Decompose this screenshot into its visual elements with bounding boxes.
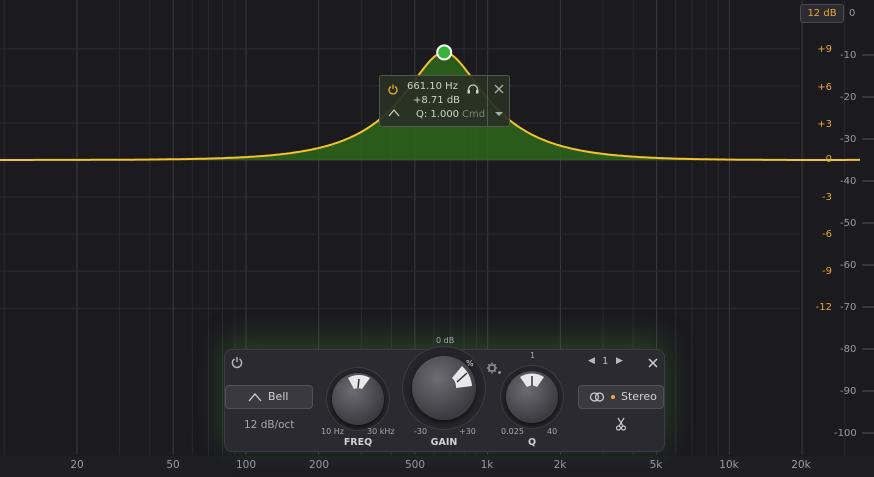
stereo-placement-button[interactable]: Stereo: [578, 385, 664, 409]
band-popup-side: [487, 76, 510, 126]
chevron-down-icon[interactable]: [494, 111, 504, 117]
headphones-icon[interactable]: [467, 84, 479, 94]
band-power-icon[interactable]: [388, 84, 398, 95]
q-top-label: 1: [530, 351, 536, 360]
freq-label: 2k: [553, 459, 567, 471]
freq-label: 100: [235, 459, 257, 471]
bell-shape-icon[interactable]: [388, 109, 400, 117]
stereo-indicator-dot: [611, 395, 615, 399]
freq-label: 10k: [719, 459, 739, 471]
band-number: 1: [602, 356, 609, 367]
frequency-axis-strip: [0, 456, 874, 477]
filter-shape-button[interactable]: Bell: [225, 385, 313, 409]
analyzer-label: -90: [840, 386, 857, 397]
delete-band-icon[interactable]: [494, 84, 504, 94]
modifier-hint: Cmd: [462, 109, 486, 120]
freq-label: 200: [308, 459, 330, 471]
analyzer-zero-label: 0: [849, 8, 856, 19]
band-control-panel: Bell 12 dB/oct 10 Hz 30 kHz FREQ 0 dB % …: [224, 336, 665, 452]
gain-top-label: 0 dB: [436, 336, 455, 345]
gain-label: +6: [817, 82, 832, 93]
freq-label: 50: [166, 459, 180, 471]
band-q-value[interactable]: Q: 1.000: [416, 109, 459, 120]
analyzer-label: -60: [840, 260, 857, 271]
analyzer-label: -10: [840, 50, 857, 61]
q-knob[interactable]: [506, 371, 558, 423]
gain-max-label: +30: [459, 427, 476, 436]
filter-shape-label: Bell: [268, 390, 289, 403]
band-enable-icon[interactable]: [231, 356, 243, 369]
gain-label: 0: [825, 154, 832, 165]
next-band-icon[interactable]: ▶: [616, 356, 623, 366]
freq-label: 500: [404, 459, 426, 471]
q-max-label: 40: [547, 427, 558, 436]
scissors-icon[interactable]: [615, 417, 627, 431]
analyzer-label: -100: [834, 428, 857, 439]
stereo-icon: [589, 392, 605, 402]
gain-label: -3: [822, 192, 832, 203]
gain-min-label: -30: [414, 427, 428, 436]
previous-band-icon[interactable]: ◀: [588, 356, 595, 366]
band-node[interactable]: [436, 44, 453, 61]
stereo-label: Stereo: [621, 390, 657, 403]
gain-percent-label: %: [466, 359, 474, 368]
q-min-label: 0.025: [501, 427, 524, 436]
freq-max-label: 30 kHz: [367, 427, 395, 436]
freq-caption: FREQ: [343, 437, 373, 448]
freq-label: 5k: [649, 459, 663, 471]
gain-caption: GAIN: [430, 437, 458, 448]
close-icon[interactable]: [648, 358, 658, 368]
q-caption: Q: [527, 437, 537, 448]
display-range-button[interactable]: 12 dB: [800, 4, 844, 23]
analyzer-label: -40: [840, 176, 857, 187]
gain-label: +3: [817, 119, 832, 130]
gain-label: +9: [817, 44, 832, 55]
analyzer-label: -30: [840, 134, 857, 145]
gain-label: -9: [822, 266, 832, 277]
analyzer-label: -70: [840, 302, 857, 313]
freq-knob[interactable]: [332, 373, 384, 425]
band-gain-value[interactable]: +8.71 dB: [413, 95, 460, 106]
q-knob-value: [520, 373, 544, 387]
gear-icon[interactable]: [486, 361, 502, 375]
analyzer-label: -20: [840, 92, 857, 103]
band-frequency-value[interactable]: 661.10 Hz: [407, 81, 458, 92]
freq-label: 20k: [791, 459, 811, 471]
gain-label: -6: [822, 229, 832, 240]
analyzer-label: -80: [840, 344, 857, 355]
gain-label: -12: [815, 302, 832, 313]
bell-shape-icon: [248, 393, 262, 402]
freq-min-label: 10 Hz: [321, 427, 344, 436]
freq-label: 1k: [480, 459, 494, 471]
analyzer-label: -50: [840, 218, 857, 229]
freq-label: 20: [70, 459, 84, 471]
slope-selector[interactable]: 12 dB/oct: [244, 419, 294, 431]
freq-knob-value: [348, 375, 370, 389]
band-popup: 661.10 Hz +8.71 dB Q: 1.000 Cmd: [379, 75, 510, 127]
